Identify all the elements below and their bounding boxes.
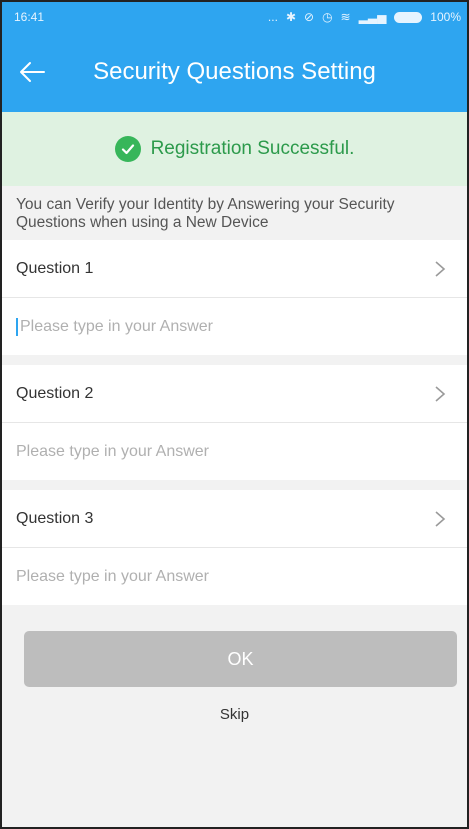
back-arrow-icon xyxy=(20,62,45,82)
answer-input-2[interactable] xyxy=(16,442,453,461)
alarm-icon: ◷ xyxy=(322,10,333,24)
question-select-3[interactable]: Question 3 xyxy=(2,490,467,548)
alarm-off-icon: ⊘ xyxy=(304,10,315,24)
battery-icon xyxy=(394,11,423,23)
question-block-2: Question 2 xyxy=(2,365,467,480)
status-bar: 16:41 ... ✱ ⊘ ◷ ≋ ▂▃▅ 100% xyxy=(2,2,467,32)
section-divider xyxy=(2,480,467,490)
chevron-right-icon xyxy=(435,260,446,277)
answer-row-3 xyxy=(2,548,467,605)
success-message: Registration Successful. xyxy=(150,138,355,159)
back-button[interactable] xyxy=(2,32,62,112)
page-title: Security Questions Setting xyxy=(93,58,376,85)
status-icons: ... ✱ ⊘ ◷ ≋ ▂▃▅ 100% xyxy=(268,10,461,24)
info-text: You can Verify your Identity by Answerin… xyxy=(2,186,467,240)
more-dots-icon: ... xyxy=(267,10,278,24)
success-banner: Registration Successful. xyxy=(2,112,467,186)
question-select-2[interactable]: Question 2 xyxy=(2,365,467,423)
status-time: 16:41 xyxy=(14,10,45,24)
question-label: Question 1 xyxy=(16,259,94,277)
battery-percent: 100% xyxy=(430,10,461,24)
ok-button[interactable]: OK xyxy=(24,631,457,687)
wifi-icon: ≋ xyxy=(340,10,351,24)
bluetooth-icon: ✱ xyxy=(285,10,296,24)
answer-row-1 xyxy=(2,298,467,355)
answer-input-3[interactable] xyxy=(16,567,453,586)
question-select-1[interactable]: Question 1 xyxy=(2,240,467,298)
check-circle-icon xyxy=(114,136,141,162)
question-block-3: Question 3 xyxy=(2,490,467,605)
question-label: Question 3 xyxy=(16,509,94,527)
question-block-1: Question 1 xyxy=(2,240,467,355)
answer-row-2 xyxy=(2,423,467,480)
chevron-right-icon xyxy=(435,510,446,527)
signal-icon: ▂▃▅ xyxy=(358,10,387,24)
phone-screen: 16:41 ... ✱ ⊘ ◷ ≋ ▂▃▅ 100% Security Ques… xyxy=(0,0,469,829)
section-divider xyxy=(2,355,467,365)
answer-input-1[interactable] xyxy=(16,317,453,336)
skip-link[interactable]: Skip xyxy=(2,706,467,723)
app-bar: Security Questions Setting xyxy=(2,32,467,112)
question-label: Question 2 xyxy=(16,384,94,402)
chevron-right-icon xyxy=(435,385,446,402)
